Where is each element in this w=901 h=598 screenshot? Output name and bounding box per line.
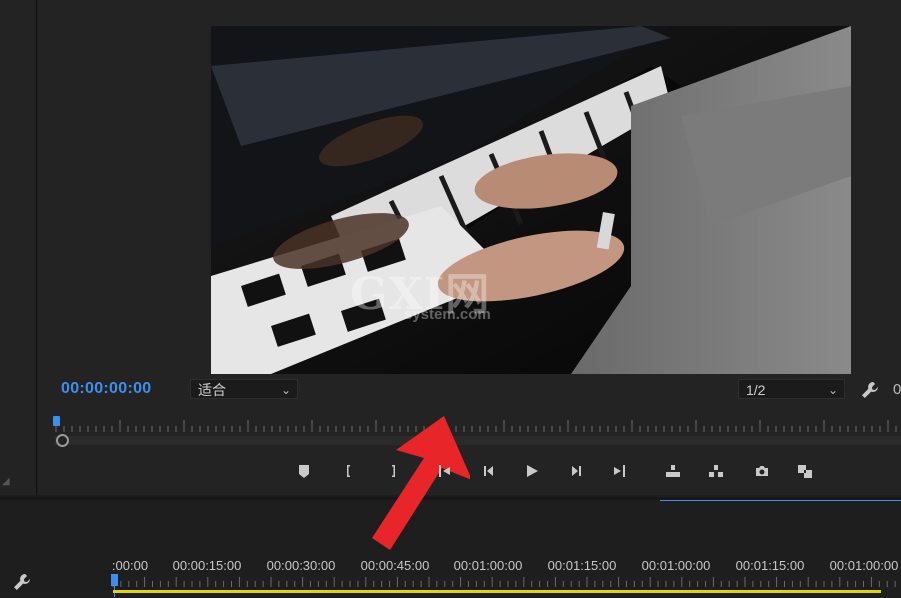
play-icon (527, 465, 538, 477)
work-area-bar[interactable] (113, 590, 881, 593)
video-preview (211, 26, 851, 374)
step-forward-icon (572, 466, 581, 476)
zoom-scroll-handle[interactable] (56, 434, 69, 447)
camera-icon (756, 466, 768, 476)
timeline-ruler-label: 00:01:00:00 (641, 558, 711, 573)
timeline-playhead[interactable] (111, 574, 118, 586)
go-to-out-button[interactable] (606, 458, 632, 484)
go-to-in-button[interactable] (432, 458, 458, 484)
active-panel-highlight (660, 500, 901, 501)
wrench-icon[interactable] (859, 379, 881, 401)
add-marker-button[interactable] (291, 458, 317, 484)
mark-out-button[interactable] (380, 458, 406, 484)
left-panel-strip (0, 0, 37, 495)
play-button[interactable] (519, 458, 545, 484)
playback-resolution-value: 1/2 (746, 382, 766, 398)
export-frame-button[interactable] (749, 458, 775, 484)
playback-resolution-dropdown[interactable]: 1/2 ⌄ (738, 379, 845, 399)
comparison-view-icon (798, 465, 812, 478)
zoom-fit-value: 适合 (198, 382, 226, 398)
piano-frame-image (211, 26, 851, 374)
playhead-handle[interactable] (53, 416, 60, 426)
go-to-out-icon (614, 465, 625, 477)
timeline-ruler-label: 00:00:45:00 (360, 558, 430, 573)
monitor-scrub-bar[interactable] (54, 436, 901, 445)
extract-button[interactable] (703, 458, 729, 484)
clipped-label: 0 (893, 381, 901, 398)
go-to-in-icon (439, 465, 450, 477)
mark-in-button[interactable] (336, 458, 362, 484)
step-back-icon (484, 466, 493, 476)
playhead-timecode[interactable]: 00:00:00:00 (61, 380, 151, 398)
lift-icon (666, 465, 680, 477)
marker-icon (299, 465, 309, 478)
wrench-icon[interactable] (11, 571, 33, 593)
lift-button[interactable] (660, 458, 686, 484)
timeline-ruler-label: 00:01:00:00 (829, 558, 899, 573)
timeline-ruler-label: 00:01:15:00 (735, 558, 805, 573)
timeline-ruler-label: 00:00:15:00 (172, 558, 242, 573)
panel-resize-icon[interactable]: ◢ (2, 476, 10, 487)
timeline-ruler-label: :00:00 (111, 558, 149, 573)
chevron-down-icon: ⌄ (280, 383, 291, 397)
step-forward-button[interactable] (563, 458, 589, 484)
extract-icon (709, 465, 723, 477)
timeline-ruler-label: 00:00:30:00 (266, 558, 336, 573)
timeline-ruler-label: 00:01:00:00 (453, 558, 523, 573)
comparison-view-button[interactable] (792, 458, 818, 484)
timeline-time-ruler[interactable] (110, 574, 901, 588)
monitor-time-ruler[interactable] (54, 416, 901, 436)
mark-in-icon (347, 465, 350, 477)
mark-out-icon (392, 465, 395, 477)
step-back-button[interactable] (476, 458, 502, 484)
chevron-down-icon: ⌄ (827, 383, 838, 397)
zoom-fit-dropdown[interactable]: 适合 ⌄ (190, 379, 298, 399)
timeline-ruler-label: 00:01:15:00 (547, 558, 617, 573)
